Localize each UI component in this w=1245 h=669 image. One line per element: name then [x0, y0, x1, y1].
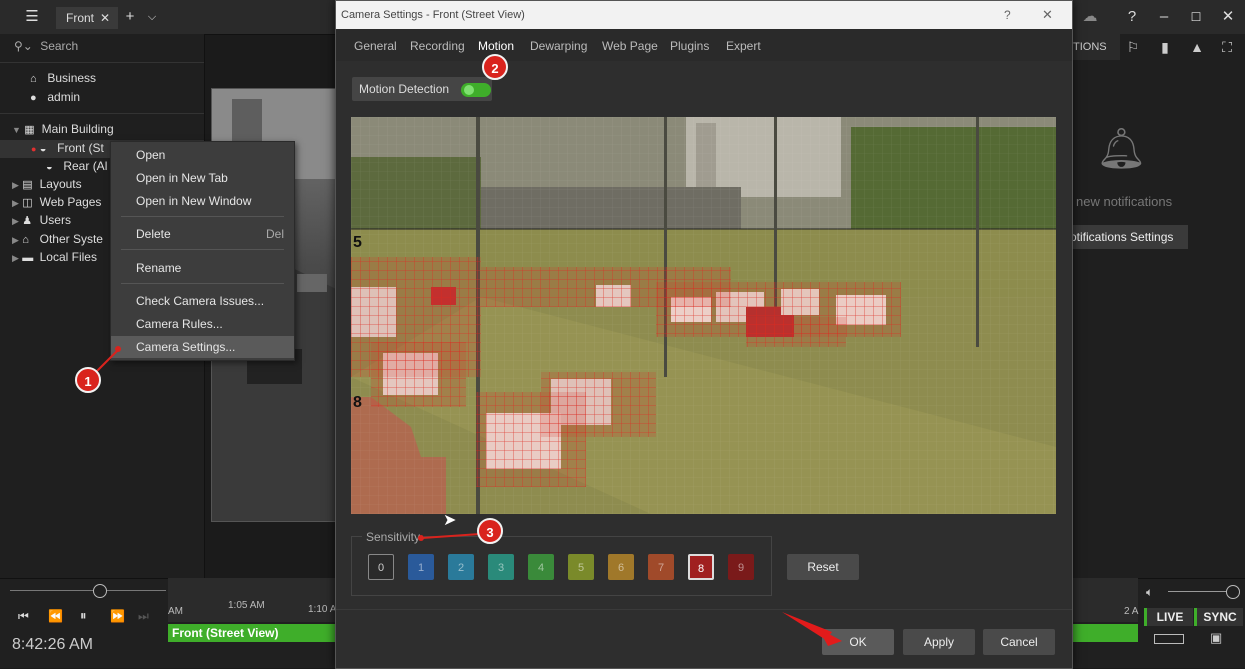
callout-badge-1: 1 — [75, 367, 101, 393]
callout-badge-3: 3 — [477, 518, 503, 544]
mouse-cursor-icon: ➤ — [443, 512, 457, 529]
callout-badge-2: 2 — [482, 54, 508, 80]
callout-1-dot — [115, 346, 121, 352]
callout-3-pointer — [421, 533, 481, 539]
annotation-arrows — [89, 346, 842, 646]
callout-3-dot — [418, 535, 424, 541]
